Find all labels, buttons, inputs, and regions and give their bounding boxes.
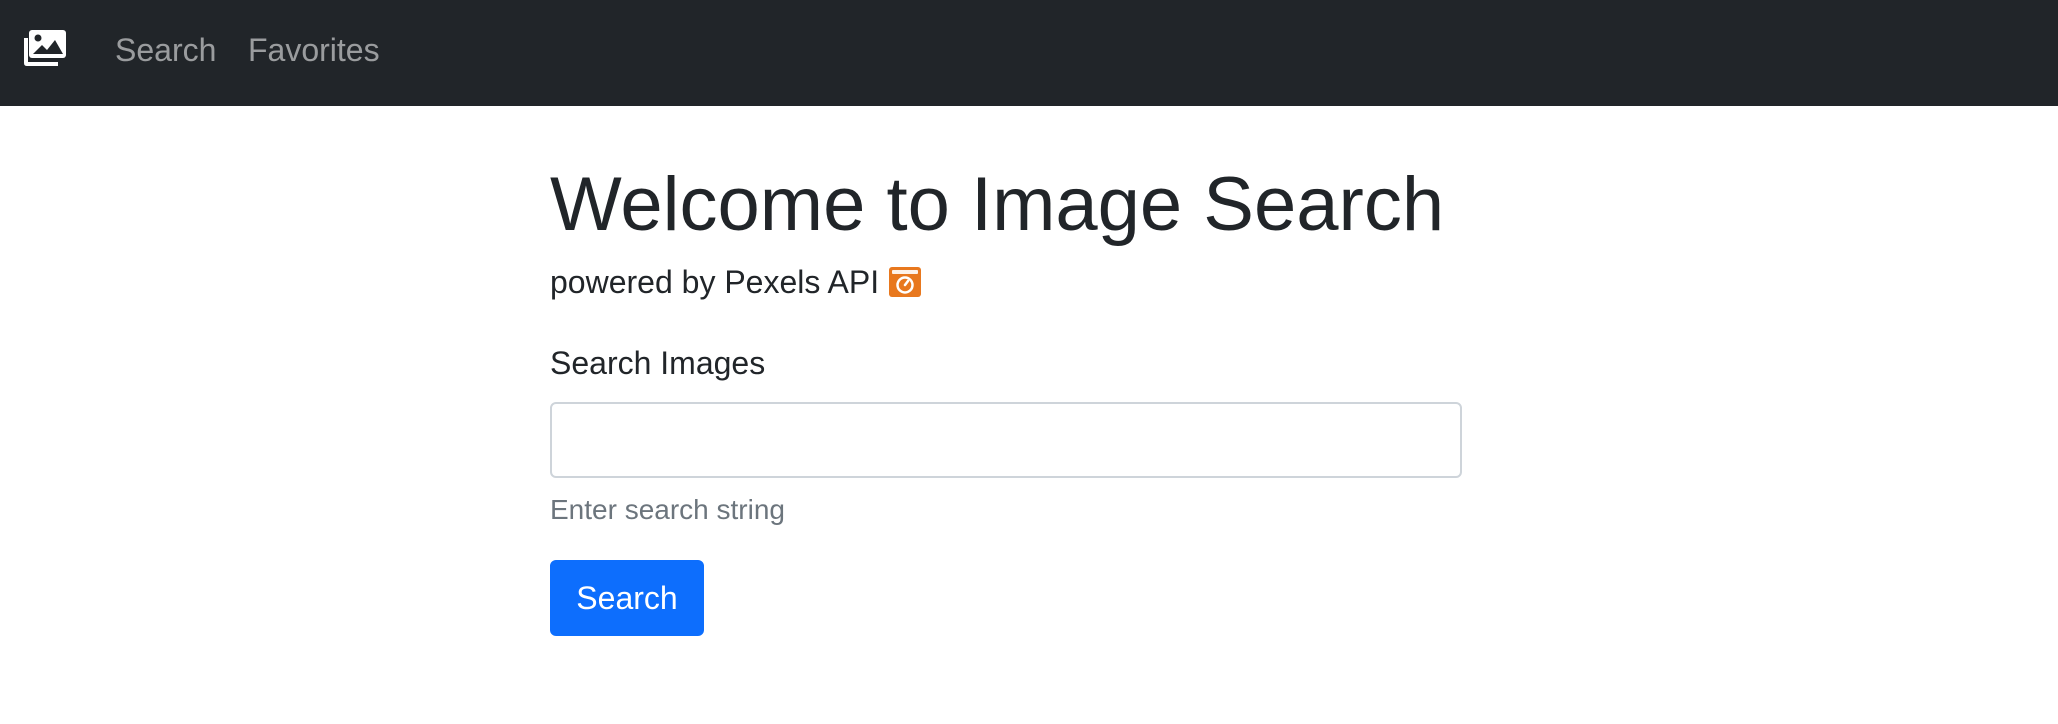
navbar: Search Favorites: [0, 0, 2058, 106]
search-button[interactable]: Search: [550, 560, 704, 636]
nav-link-search[interactable]: Search: [115, 30, 216, 70]
page-title: Welcome to Image Search: [550, 162, 1445, 247]
subtitle-text: powered by Pexels API: [550, 264, 880, 300]
search-input[interactable]: [550, 402, 1462, 478]
images-icon[interactable]: [20, 28, 68, 68]
subtitle: powered by Pexels API: [550, 262, 922, 302]
nav-link-favorites[interactable]: Favorites: [248, 30, 380, 70]
search-images-label: Search Images: [550, 345, 766, 381]
pexels-camera-icon: [889, 267, 922, 297]
search-help-text: Enter search string: [550, 494, 785, 525]
